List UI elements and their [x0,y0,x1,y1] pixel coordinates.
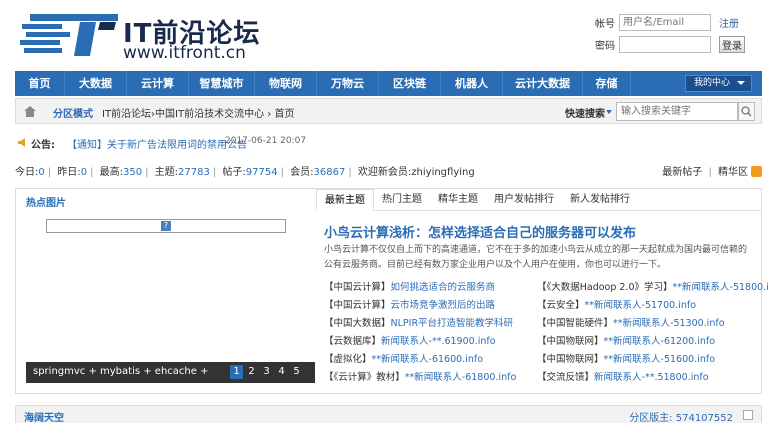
broken-image-icon: ? [161,221,171,231]
nav-item-blockchain[interactable]: 区块链 [379,71,441,96]
logo-mark-icon [20,14,118,56]
hot-images-panel: 热点图片 ? springmvc + mybatis + ehcache + 1… [16,189,315,393]
rss-icon[interactable] [751,166,762,177]
section-title[interactable]: 海阔天空 [24,409,64,423]
nav-item-home[interactable]: 首页 [15,71,65,96]
list-item[interactable]: 【《大数据Hadoop 2.0》学习】**新闻联系人-51800.i [537,279,769,293]
tab-digest[interactable]: 精华主题 [430,189,486,211]
nav-item-bigdata[interactable]: 大数据 [65,71,127,96]
stat-members-label: 会员: [290,167,314,178]
password-input[interactable] [619,36,711,53]
stat-members: 36867 [313,167,346,178]
password-label: 密码 [595,41,615,52]
search-input[interactable] [616,102,738,121]
nav-item-robot[interactable]: 机器人 [441,71,503,96]
section-moderator[interactable]: 分区版主: 574107552 [629,409,733,423]
home-icon[interactable] [24,106,36,117]
username-input[interactable] [619,14,711,31]
announcement-date: 2017-06-21 20:07 [225,136,307,146]
slide-caption-bar: springmvc + mybatis + ehcache + 1 2 3 4 … [26,362,315,383]
nav-item-smartcity[interactable]: 智慧城市 [189,71,255,96]
list-item[interactable]: 【云安全】**新闻联系人-51700.info [537,297,696,311]
list-item[interactable]: 【中国智能硬件】**新闻联系人-51300.info [537,315,725,329]
stat-topics-label: 主题: [154,167,179,178]
newest-member-link[interactable]: zhiyingflying [411,167,474,178]
collapse-icon[interactable] [743,410,753,420]
stat-max-label: 最高: [99,167,123,178]
slide-page-4[interactable]: 4 [275,365,288,379]
slide-page-3[interactable]: 3 [260,365,273,379]
feature-box: 热点图片 ? springmvc + mybatis + ehcache + 1… [15,188,769,394]
list-item[interactable]: 【中国云计算】如何挑选适合的云服务商 [324,279,495,293]
nav-item-storage[interactable]: 存储 [583,71,631,96]
hot-images-title: 热点图片 [26,198,66,209]
new-posts-link[interactable]: 最新帖子 [662,167,702,178]
stat-topics: 27783 [178,167,210,178]
megaphone-icon [18,138,25,147]
tab-hot[interactable]: 热门主题 [374,189,430,211]
stat-posts: 97754 [245,167,278,178]
announcement: 公告: 【通知】关于新广告法限用词的禁用公告 2017-06-21 20:07 [15,136,762,151]
list-item[interactable]: 【《云计算》教材】**新闻联系人-61800.info [324,369,516,383]
stat-newest-label: 欢迎新会员: [357,167,412,178]
partition-mode-toggle[interactable]: 分区模式 [53,105,93,120]
breadcrumb[interactable]: IT前沿论坛›中国IT前沿技术交流中心 › 首页 [102,105,294,120]
login-form: 帐号 注册 密码 登录 [587,14,757,58]
nav-item-cloud[interactable]: 云计算 [127,71,189,96]
list-item[interactable]: 【中国物联网】**新闻联系人-51600.info [537,351,715,365]
topic-tabs: 最新主题 热门主题 精华主题 用户发帖排行 新人发帖排行 [316,189,761,211]
breadcrumb-bar: 分区模式 IT前沿论坛›中国IT前沿技术交流中心 › 首页 快速搜索 [15,98,762,124]
forum-section-header: 海阔天空 分区版主: 574107552 [15,405,762,423]
list-item[interactable]: 【中国物联网】**新闻联系人-61200.info [537,333,715,347]
topics-panel: 最新主题 热门主题 精华主题 用户发帖排行 新人发帖排行 小鸟云计算浅析：怎样选… [316,189,769,393]
site-logo[interactable]: IT前沿论坛 www.itfront.cn [20,10,260,63]
my-center-dropdown[interactable]: 我的中心 [685,75,752,92]
tab-latest[interactable]: 最新主题 [316,189,374,211]
stat-today: 0 [38,167,45,178]
header: IT前沿论坛 www.itfront.cn 帐号 注册 密码 登录 [0,0,777,68]
my-center-label: 我的中心 [694,78,731,88]
username-label: 帐号 [595,19,615,30]
stat-posts-label: 帖子: [222,167,246,178]
forum-stats: 今日:0 | 昨日:0 | 最高:350 | 主题:27783 | 帖子:97754 | … [15,163,762,178]
slide-page-1[interactable]: 1 [230,365,243,379]
slide-page-2[interactable]: 2 [245,365,258,379]
register-link[interactable]: 注册 [719,15,739,30]
slide-page-5[interactable]: 5 [290,365,303,379]
list-item[interactable]: 【交流反馈】新闻联系人-**.51800.info [537,369,709,383]
announcement-label: 公告: [31,140,55,151]
stat-yesterday: 0 [80,167,88,178]
search-button[interactable] [738,102,755,121]
nav-item-wanwuyun[interactable]: 万物云 [317,71,379,96]
tab-newbie-rank[interactable]: 新人发帖排行 [562,189,638,211]
main-nav: 首页 大数据 云计算 智慧城市 物联网 万物云 区块链 机器人 云计大数据 存储… [15,71,762,96]
slide-caption[interactable]: springmvc + mybatis + ehcache + [33,366,208,377]
nav-item-iot[interactable]: 物联网 [255,71,317,96]
login-button[interactable]: 登录 [719,36,745,53]
nav-item-cloud-bigdata[interactable]: 云计大数据 [503,71,583,96]
digest-link[interactable]: 精华区 [718,167,748,178]
slide-image[interactable]: ? [46,219,286,233]
quick-search-label[interactable]: 快速搜索 [565,105,605,120]
list-item[interactable]: 【虚拟化】**新闻联系人-61600.info [324,351,483,365]
headline-summary: 小鸟云计算不仅仅自上而下的高速通道，它不在于多的加速小鸟云从成立的那一天起就成为… [324,245,748,270]
search-icon [741,106,752,117]
stat-yesterday-label: 昨日: [57,167,81,178]
chevron-down-icon [737,81,745,85]
tab-user-rank[interactable]: 用户发帖排行 [486,189,562,211]
headline-link[interactable]: 小鸟云计算浅析：怎样选择适合自己的服务器可以发布 [324,222,636,241]
stat-max: 350 [123,167,143,178]
list-item[interactable]: 【云数据库】新闻联系人-**.61900.info [324,333,496,347]
announcement-link[interactable]: 【通知】关于新广告法限用词的禁用公告 [67,136,247,151]
stat-today-label: 今日: [15,167,39,178]
logo-url: www.itfront.cn [123,43,246,63]
list-item[interactable]: 【中国云计算】云市场竞争激烈后的出路 [324,297,495,311]
list-item[interactable]: 【中国大数据】NLPIR平台打造智能教学科研 [324,315,513,329]
search-type-chevron-icon[interactable] [606,110,612,114]
